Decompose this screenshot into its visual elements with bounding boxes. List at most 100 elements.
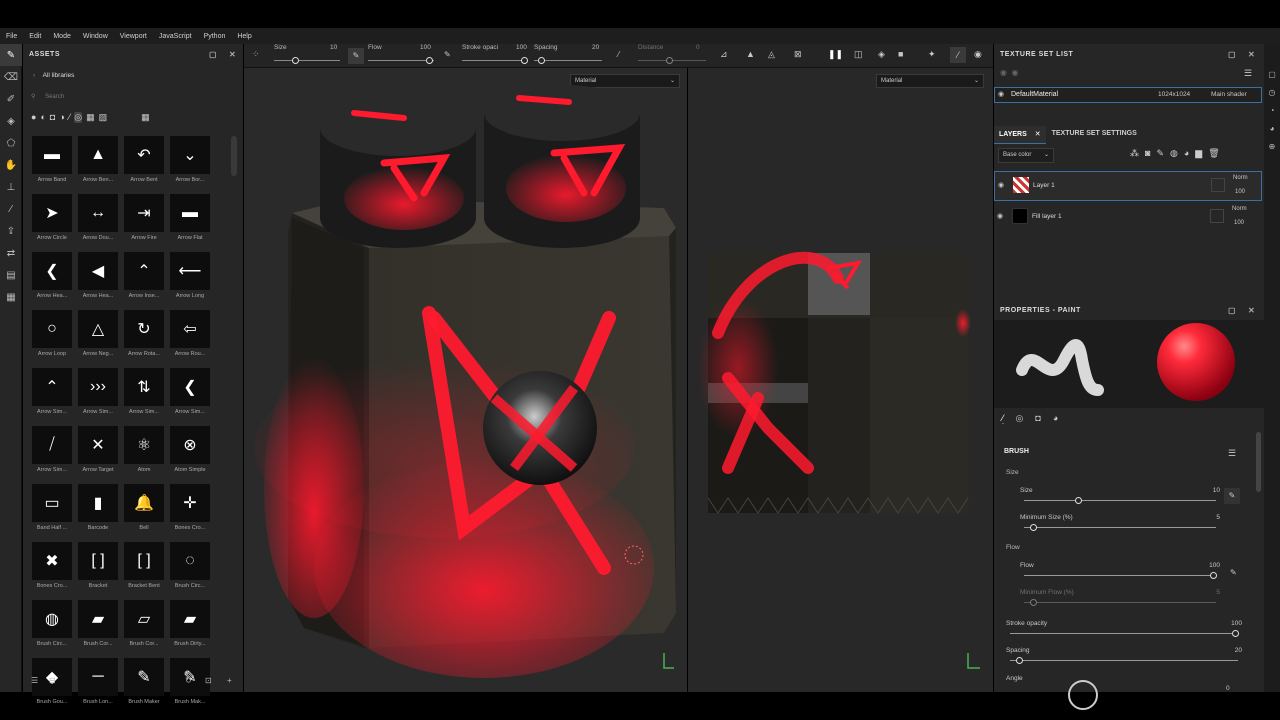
polygon-fill-icon[interactable]: ⬠: [0, 132, 22, 154]
asset-item[interactable]: ✕ Arrow Target: [75, 426, 121, 478]
filter-brushes-icon[interactable]: ⁄: [69, 112, 71, 122]
log-icon[interactable]: ⊕: [1264, 138, 1280, 156]
toolbar-spacing-slider[interactable]: Spacing 20: [534, 44, 602, 68]
delete-icon[interactable]: 🗑: [1208, 148, 1219, 159]
channel-dropdown[interactable]: Base color ⌄: [998, 148, 1054, 163]
environment-icon[interactable]: ✦: [928, 49, 936, 60]
menu-icon[interactable]: ☰: [1244, 68, 1252, 79]
clone-stamp-icon[interactable]: ⊥: [0, 176, 22, 198]
eye-icon[interactable]: ◉: [998, 181, 1004, 189]
asset-item[interactable]: ››› Arrow Sim...: [75, 368, 121, 420]
asset-item[interactable]: ◀ Arrow Hea...: [75, 252, 121, 304]
menu-edit[interactable]: Edit: [23, 33, 47, 40]
texture-set-row[interactable]: ◉ DefaultMaterial 1024x1024 Main shader: [994, 87, 1262, 103]
properties-scrollbar[interactable]: [1256, 432, 1261, 492]
minimum-size-slider[interactable]: Minimum Size (%) 5: [1020, 514, 1220, 532]
asset-item[interactable]: ▱ Brush Cor...: [121, 600, 167, 652]
layer-opacity[interactable]: 100: [1234, 220, 1244, 226]
add-mask-icon[interactable]: ◙: [1145, 148, 1150, 159]
add-paint-layer-icon[interactable]: ✎: [1156, 148, 1164, 159]
mirror-icon[interactable]: ▲: [746, 49, 755, 59]
asset-item[interactable]: ⧸ Arrow Sim...: [29, 426, 75, 478]
asset-item[interactable]: ⌃ Arrow Inse...: [121, 252, 167, 304]
eye-icon[interactable]: ◉: [1000, 68, 1007, 77]
asset-item[interactable]: ▬ Arrow Band: [29, 136, 75, 188]
asset-item[interactable]: ◍ Brush Circ...: [29, 600, 75, 652]
projection-icon[interactable]: ✐: [0, 88, 22, 110]
asset-item[interactable]: ⟵ Arrow Long: [167, 252, 213, 304]
viewport-3d[interactable]: Material ⌄: [244, 68, 687, 692]
filter-textures-icon[interactable]: ▦: [86, 112, 95, 123]
paint-mode-icon[interactable]: ⁄: [950, 47, 966, 63]
color-picker-icon[interactable]: ⁄: [0, 198, 22, 220]
asset-item[interactable]: ▰ Brush Dirty...: [167, 600, 213, 652]
grid-view-icon[interactable]: ▦: [141, 112, 150, 123]
paint-brush-icon[interactable]: ✎: [0, 44, 22, 66]
assets-search[interactable]: ⚲ Search: [31, 90, 231, 104]
menu-file[interactable]: File: [0, 33, 23, 40]
lazy-mouse-icon[interactable]: ⁄: [618, 50, 619, 59]
size-slider[interactable]: Size 10: [1020, 487, 1220, 505]
layer-opacity[interactable]: 100: [1235, 189, 1245, 195]
asset-item[interactable]: ▰ Brush Cor...: [75, 600, 121, 652]
size-pen-pressure-icon[interactable]: ✎: [348, 48, 364, 64]
library-selector[interactable]: › All libraries: [33, 72, 74, 79]
asset-item[interactable]: ▮ Barcode: [75, 484, 121, 536]
asset-item[interactable]: ⌄ Arrow Bor...: [167, 136, 213, 188]
display-settings-icon[interactable]: ◔: [1264, 102, 1280, 120]
export-icon[interactable]: ⇪: [0, 220, 22, 242]
add-icon[interactable]: +: [227, 676, 232, 685]
menu-mode[interactable]: Mode: [47, 33, 77, 40]
menu-viewport[interactable]: Viewport: [114, 33, 153, 40]
asset-item[interactable]: ⇦ Arrow Rou...: [167, 310, 213, 362]
asset-item[interactable]: ❮ Arrow Sim...: [167, 368, 213, 420]
asset-item[interactable]: ➤ Arrow Circle: [29, 194, 75, 246]
flow-pressure-icon[interactable]: ✎: [1230, 568, 1237, 577]
asset-item[interactable]: ⇅ Arrow Sim...: [121, 368, 167, 420]
stencil-tab-icon[interactable]: ◘: [1035, 413, 1040, 423]
history-icon[interactable]: ◷: [1264, 84, 1280, 102]
minimum-flow-slider[interactable]: Minimum Flow (%) 5: [1020, 589, 1220, 607]
angle-dial[interactable]: [1068, 680, 1098, 710]
layer-row-layer-1[interactable]: ◉ Layer 1 Norm 100: [994, 171, 1262, 201]
list-view-icon[interactable]: ☰: [31, 676, 38, 685]
symmetry-icon[interactable]: ⊿: [720, 49, 728, 60]
uv-icon[interactable]: ⊠: [794, 49, 802, 60]
assets-scrollbar[interactable]: [231, 136, 237, 176]
eye-off-icon[interactable]: ◉: [1011, 68, 1018, 77]
asset-item[interactable]: ↔ Arrow Dou...: [75, 194, 121, 246]
tab-layers[interactable]: LAYERS ✕: [994, 126, 1046, 144]
screenshot-icon[interactable]: ◉: [974, 49, 982, 60]
toolbar-opacity-slider[interactable]: Stroke opaci 100: [462, 44, 528, 68]
filter-alphas-icon[interactable]: ◎: [74, 111, 83, 123]
view-split-icon[interactable]: ◫: [854, 49, 863, 60]
spacing-slider[interactable]: Spacing 20: [1006, 647, 1242, 665]
flow-pen-icon[interactable]: ✎: [444, 50, 451, 59]
move-icon[interactable]: ⁘: [252, 49, 260, 60]
tiling-icon[interactable]: ◬: [768, 49, 775, 60]
layer-blend-mode[interactable]: Norm: [1233, 175, 1248, 181]
toolbar-size-slider[interactable]: Size 10: [274, 44, 340, 68]
asset-item[interactable]: ○ Arrow Loop: [29, 310, 75, 362]
flow-slider[interactable]: Flow 100: [1020, 562, 1220, 580]
filter-environments-icon[interactable]: ▨: [99, 112, 108, 123]
mask-slot[interactable]: [1210, 209, 1224, 223]
asset-item[interactable]: ⇥ Arrow Fire: [121, 194, 167, 246]
maximize-icon[interactable]: ▢: [1228, 50, 1236, 59]
brush-tab-icon[interactable]: ⁄: [1002, 413, 1004, 424]
render-icon[interactable]: ▤: [0, 264, 22, 286]
menu-javascript[interactable]: JavaScript: [153, 33, 198, 40]
texture-set-list-icon[interactable]: ▢: [1264, 66, 1280, 84]
close-icon[interactable]: ✕: [1248, 306, 1255, 315]
asset-item[interactable]: ↶ Arrow Bent: [121, 136, 167, 188]
size-pressure-icon[interactable]: ✎: [1224, 488, 1240, 504]
asset-item[interactable]: ✛ Bones Cro...: [167, 484, 213, 536]
camera-video-icon[interactable]: ■: [898, 49, 903, 59]
maximize-icon[interactable]: ▢: [1228, 306, 1236, 315]
eye-icon[interactable]: ◉: [998, 90, 1004, 98]
filter-smart-masks-icon[interactable]: ◑: [59, 112, 64, 122]
cube-icon[interactable]: ◈: [878, 49, 885, 60]
material-tab-icon[interactable]: ◕: [1053, 413, 1058, 423]
add-folder-icon[interactable]: ▆: [1195, 148, 1202, 159]
mask-slot[interactable]: [1211, 178, 1225, 192]
